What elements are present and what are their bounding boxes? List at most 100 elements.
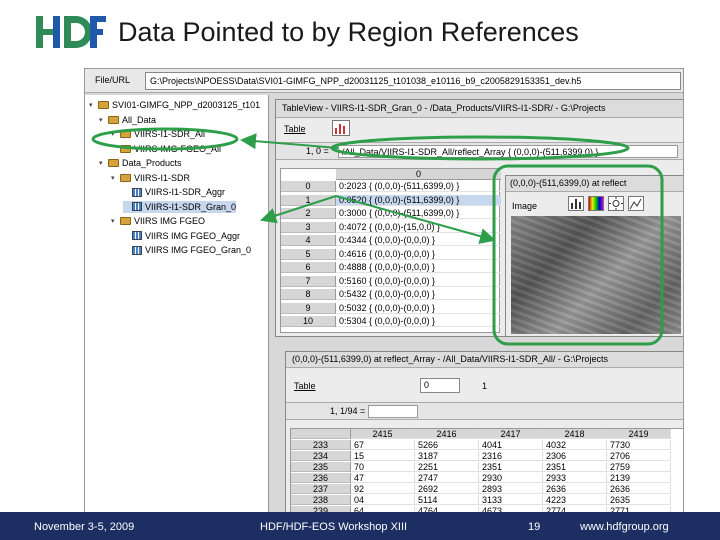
subset-table-cell[interactable]: 2747 [415, 473, 479, 483]
tree-item[interactable]: VIIRS-I1-SDR_Gran_0 [123, 200, 237, 213]
dataset-icon [132, 187, 142, 197]
subset-table-cell[interactable]: 7730 [607, 440, 671, 450]
subset-table-cell[interactable]: 2139 [607, 473, 671, 483]
subset-table-cell[interactable]: 2759 [607, 462, 671, 472]
subset-table-row[interactable]: 238 04 5114 3133 4223 2635 [291, 495, 683, 505]
subset-table-cell[interactable]: 2351 [479, 462, 543, 472]
subset-table-cell[interactable]: 2706 [607, 451, 671, 461]
folder-icon [120, 130, 131, 138]
row-number: 10 [281, 316, 336, 327]
table-menu[interactable]: Table [284, 124, 306, 134]
subset-table-cell[interactable]: 5114 [415, 495, 479, 505]
tree-item[interactable]: ▾ VIIRS-I1-SDR [111, 172, 190, 184]
subset-table-cell[interactable]: 2893 [479, 484, 543, 494]
table-row[interactable]: 3 0:4072 { (0,0,0)-(15,0,0) } [281, 221, 501, 233]
table-cell[interactable]: 0:2023 { (0,0,0)-(511,6399,0) } [336, 181, 501, 192]
tree-item[interactable]: ▾ Data_Products [99, 157, 182, 169]
table-row[interactable]: 4 0:4344 { (0,0,0)-(0,0,0) } [281, 235, 501, 246]
subset-table-cell[interactable]: 67 [351, 440, 415, 450]
subset-table-cell[interactable]: 2251 [415, 462, 479, 472]
palette-icon[interactable] [588, 196, 604, 211]
tree-item[interactable]: ▾ VIIRS IMG FGEO [111, 215, 205, 227]
table-row[interactable]: 2 0:3000 { (0,0,0)-(511,6399,0) } [281, 208, 501, 219]
expand-toggle-icon[interactable]: ▾ [89, 101, 95, 109]
subset-table-cell[interactable]: 2351 [543, 462, 607, 472]
cell-bar: 1, 0 = /All_Data/VIIRS-I1-SDR_All/reflec… [276, 142, 683, 160]
tree-item[interactable]: VIIRS IMG FGEO_Gran_0 [123, 244, 251, 256]
table-view-title: TableView - VIIRS-I1-SDR_Gran_0 - /Data_… [276, 100, 683, 118]
subset-table-cell[interactable]: 15 [351, 451, 415, 461]
image-menu[interactable]: Image [512, 201, 537, 211]
histogram-icon[interactable] [568, 196, 584, 211]
row-number: 4 [281, 235, 336, 246]
subset-table-row[interactable]: 233 67 5266 4041 4032 7730 [291, 440, 683, 450]
table-cell[interactable]: 0:4616 { (0,0,0)-(0,0,0) } [336, 249, 501, 260]
table-row[interactable]: 0 0:2023 { (0,0,0)-(511,6399,0) } [281, 181, 501, 192]
subset-table-cell[interactable]: 70 [351, 462, 415, 472]
chart-icon[interactable] [332, 120, 350, 136]
subset-table-cell[interactable]: 2636 [543, 484, 607, 494]
tree-item[interactable]: VIIRS-I1-SDR_Aggr [123, 186, 225, 198]
tree-item[interactable]: VIIRS-IMG-FGEO_All [111, 143, 221, 155]
subset-table-cell[interactable]: 3133 [479, 495, 543, 505]
subset-table-cell[interactable]: 2306 [543, 451, 607, 461]
subset-table-cell[interactable]: 2930 [479, 473, 543, 483]
address-field[interactable]: G:\Projects\NPOESS\Data\SVI01-GIMFG_NPP_… [145, 72, 681, 90]
brightness-icon[interactable] [608, 196, 624, 211]
subset-index-input[interactable]: 0 [420, 378, 460, 393]
subset-table-cell[interactable]: 5266 [415, 440, 479, 450]
subset-table-row[interactable]: 236 47 2747 2930 2933 2139 [291, 473, 683, 483]
subset-table-row[interactable]: 235 70 2251 2351 2351 2759 [291, 462, 683, 472]
subset-row-number: 234 [291, 451, 351, 461]
table-row[interactable]: 8 0:5432 { (0,0,0)-(0,0,0) } [281, 289, 501, 300]
subset-column-header: 2419 [607, 429, 671, 439]
subset-table-cell[interactable]: 4223 [543, 495, 607, 505]
expand-toggle-icon[interactable]: ▾ [99, 159, 105, 167]
subset-table-menu[interactable]: Table [294, 381, 316, 391]
subset-table-cell[interactable]: 2636 [607, 484, 671, 494]
expand-toggle-icon[interactable]: ▾ [99, 116, 105, 124]
expand-toggle-icon[interactable]: ▾ [111, 174, 117, 182]
table-cell[interactable]: 0:4344 { (0,0,0)-(0,0,0) } [336, 235, 501, 246]
subset-table-row[interactable]: 234 15 3187 2316 2306 2706 [291, 451, 683, 461]
subset-table-cell[interactable]: 47 [351, 473, 415, 483]
subset-table-cell[interactable]: 2933 [543, 473, 607, 483]
subset-cell-value-field[interactable] [368, 405, 418, 418]
table-row[interactable]: 7 0:5160 { (0,0,0)-(0,0,0) } [281, 275, 501, 287]
table-cell[interactable]: 0:5160 { (0,0,0)-(0,0,0) } [336, 276, 501, 287]
table-cell[interactable]: 0:4888 { (0,0,0)-(0,0,0) } [336, 262, 501, 273]
table-row[interactable]: 1 0:0520 { (0,0,0)-(511,6399,0) } [281, 194, 501, 206]
table-row[interactable]: 6 0:4888 { (0,0,0)-(0,0,0) } [281, 262, 501, 273]
table-cell[interactable]: 0:5304 { (0,0,0)-(0,0,0) } [336, 316, 501, 327]
subset-table-cell[interactable]: 2316 [479, 451, 543, 461]
tree-item-label: VIIRS-I1-SDR_All [134, 129, 206, 139]
subset-table-row[interactable]: 237 92 2692 2893 2636 2636 [291, 484, 683, 494]
table-row[interactable]: 9 0:5032 { (0,0,0)-(0,0,0) } [281, 302, 501, 314]
tree-item[interactable]: ▾ All_Data [99, 114, 156, 126]
table-cell[interactable]: 0:5032 { (0,0,0)-(0,0,0) } [336, 303, 501, 314]
table-row[interactable]: 5 0:4616 { (0,0,0)-(0,0,0) } [281, 248, 501, 260]
subset-table-cell[interactable]: 2692 [415, 484, 479, 494]
subset-table-cell[interactable]: 2635 [607, 495, 671, 505]
table-row[interactable]: 10 0:5304 { (0,0,0)-(0,0,0) } [281, 316, 501, 327]
subset-table-cell[interactable]: 92 [351, 484, 415, 494]
tree-item-label: VIIRS IMG FGEO [134, 216, 206, 226]
table-cell[interactable]: 0:0520 { (0,0,0)-(511,6399,0) } [336, 194, 501, 206]
tree-item[interactable]: VIIRS IMG FGEO_Aggr [123, 230, 240, 242]
expand-toggle-icon[interactable]: ▾ [111, 217, 117, 225]
tree-item[interactable]: ▾ VIIRS-I1-SDR_All [111, 128, 205, 140]
contour-icon[interactable] [628, 196, 644, 211]
expand-toggle-icon[interactable]: ▾ [111, 130, 117, 138]
subset-table-cell[interactable]: 4032 [543, 440, 607, 450]
image-canvas[interactable] [511, 216, 681, 334]
table-cell[interactable]: 0:5432 { (0,0,0)-(0,0,0) } [336, 289, 501, 300]
table-cell[interactable]: 0:3000 { (0,0,0)-(511,6399,0) } [336, 208, 501, 219]
tree-item-label: VIIRS-I1-SDR_Aggr [145, 187, 226, 197]
subset-table-cell[interactable]: 4041 [479, 440, 543, 450]
subset-table-cell[interactable]: 3187 [415, 451, 479, 461]
tree-item-label: VIIRS-I1-SDR [134, 172, 191, 183]
cell-value-field[interactable]: /All_Data/VIIRS-I1-SDR_All/reflect_Array… [338, 145, 678, 158]
tree-item[interactable]: ▾ SVI01-GIMFG_NPP_d2003125_t101 [89, 99, 260, 111]
subset-table-cell[interactable]: 04 [351, 495, 415, 505]
table-cell[interactable]: 0:4072 { (0,0,0)-(15,0,0) } [336, 222, 501, 233]
